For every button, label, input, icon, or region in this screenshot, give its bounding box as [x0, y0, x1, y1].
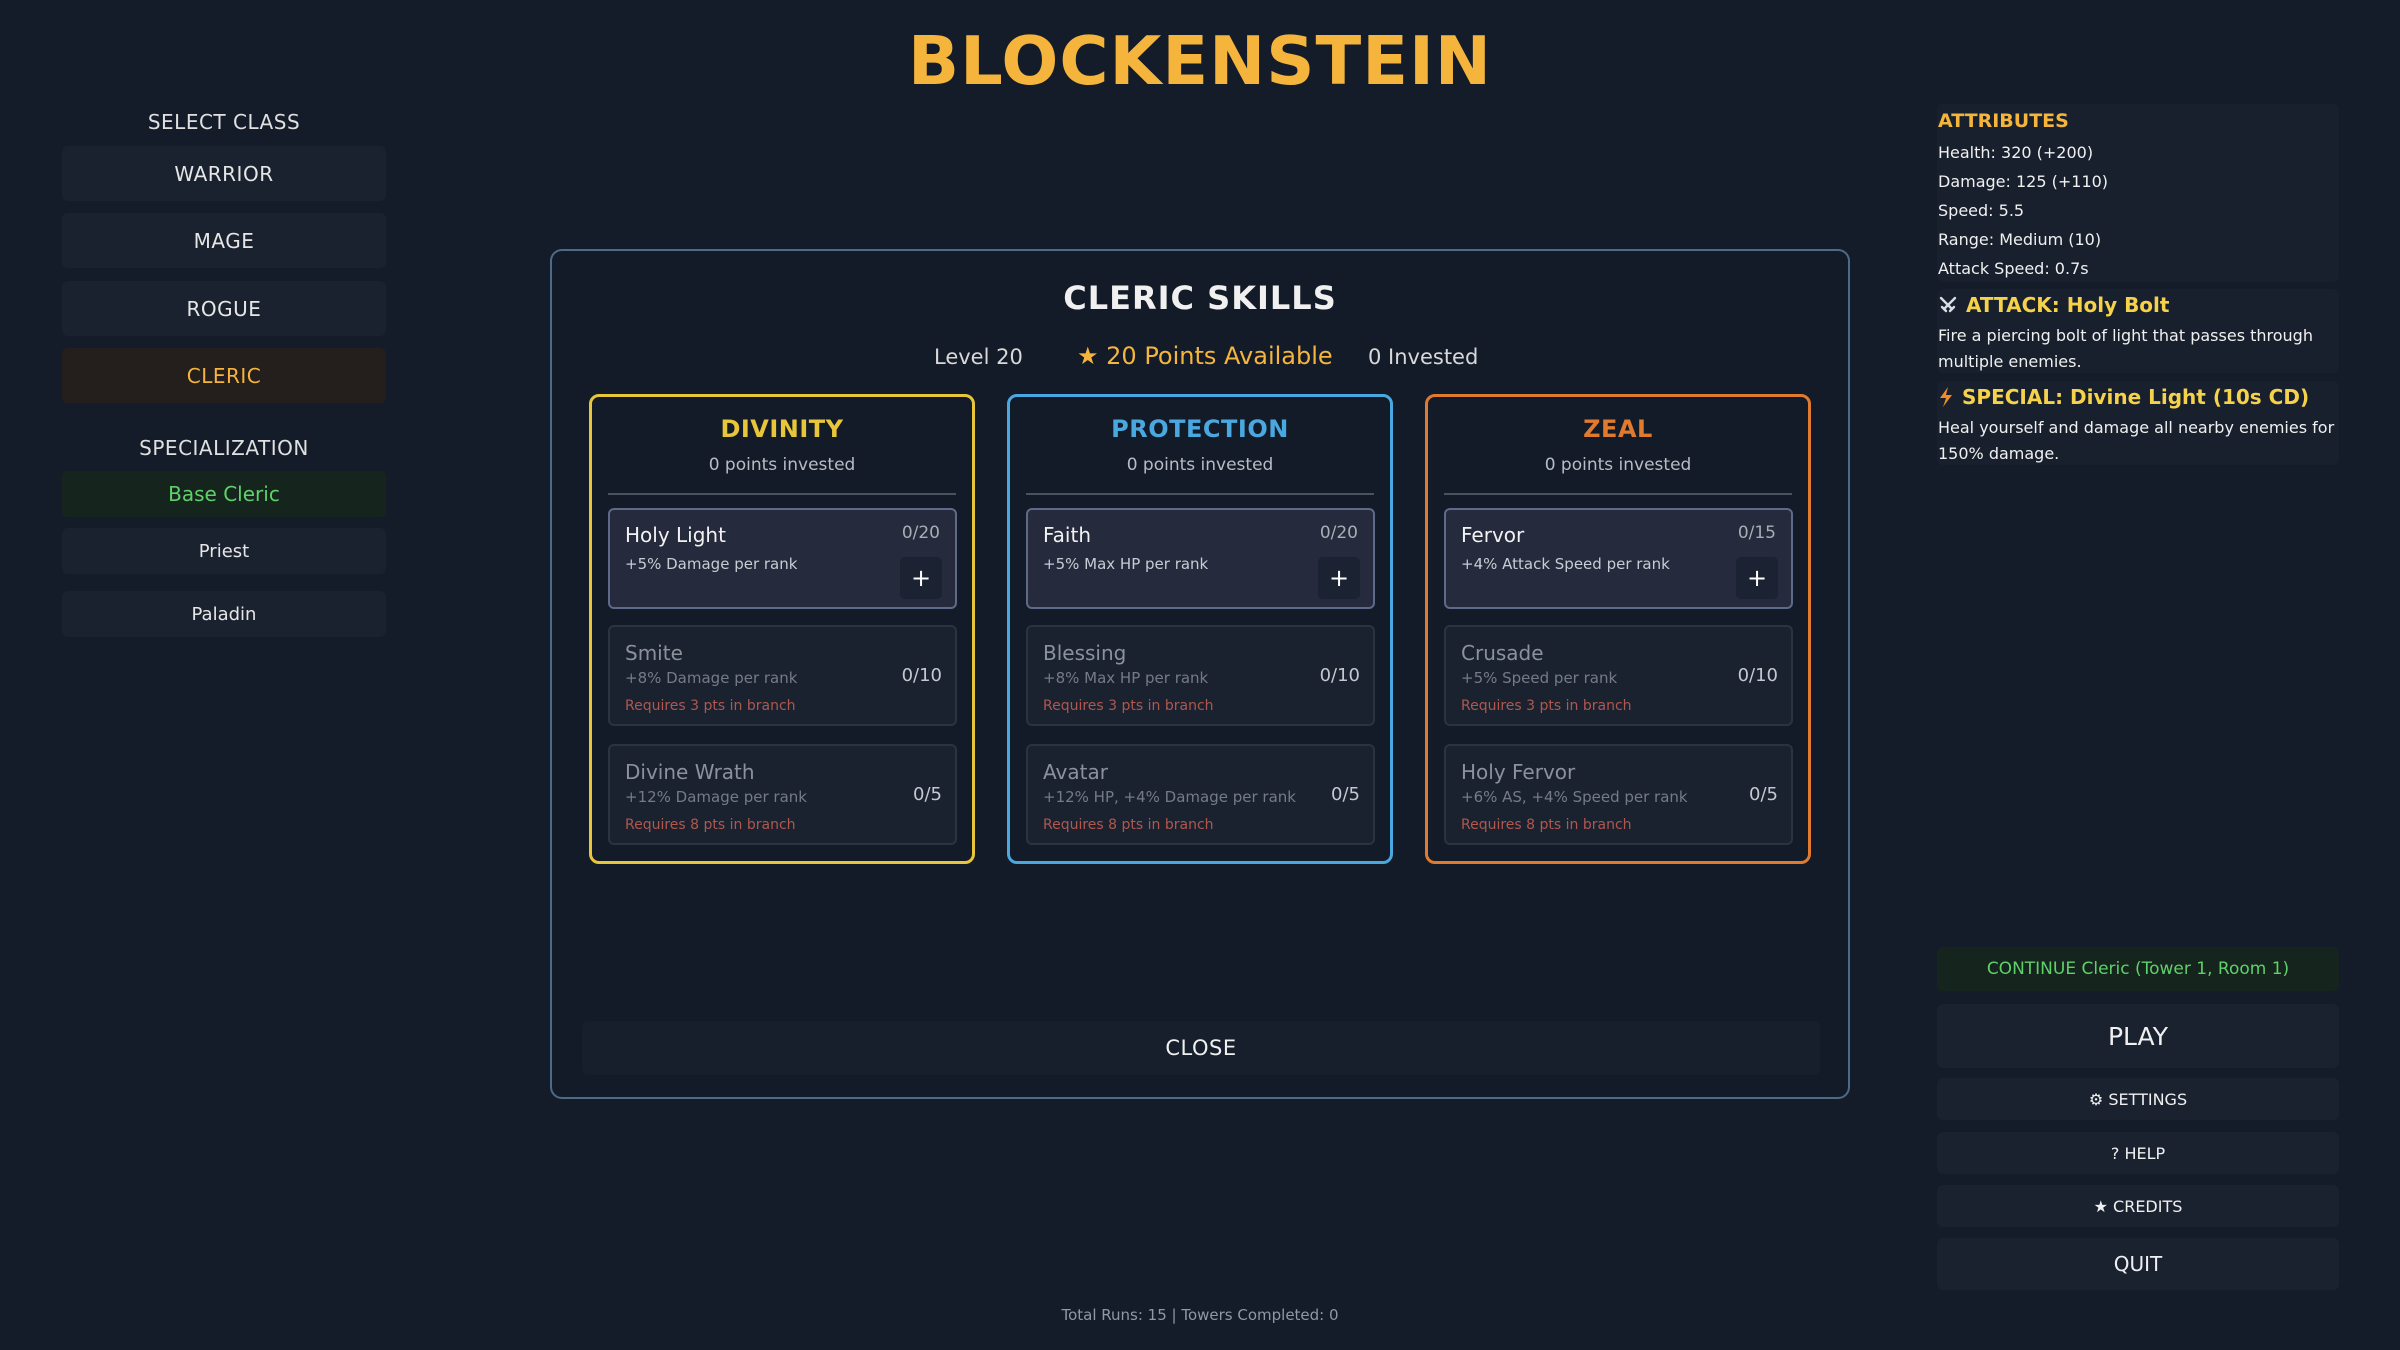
skill-requirement: Requires 8 pts in branch — [625, 817, 796, 833]
branch-points: 0 points invested — [1544, 455, 1692, 475]
branch-title: PROTECTION — [1111, 415, 1289, 443]
skill-name: Divine Wrath — [625, 760, 755, 784]
skill-name: Crusade — [1461, 641, 1544, 665]
spec-button-paladin[interactable]: Paladin — [62, 591, 386, 637]
help-button[interactable]: ? HELP — [1937, 1132, 2339, 1174]
special-title: SPECIAL: Divine Light (10s CD) — [1962, 385, 2310, 409]
skill-description: +6% AS, +4% Speed per rank — [1461, 788, 1688, 806]
branch-title: DIVINITY — [720, 415, 844, 443]
level-label: Level 20 — [934, 345, 1023, 369]
class-button-rogue[interactable]: ROGUE — [62, 281, 386, 336]
skill-requirement: Requires 3 pts in branch — [625, 698, 796, 714]
add-point-button[interactable]: + — [1318, 557, 1360, 599]
add-point-button[interactable]: + — [900, 557, 942, 599]
attributes-title: ATTRIBUTES — [1938, 110, 2069, 132]
skill-card-divine-wrath: Divine Wrath +12% Damage per rank Requir… — [608, 744, 957, 845]
skill-requirement: Requires 8 pts in branch — [1461, 817, 1632, 833]
select-class-heading: SELECT CLASS — [147, 110, 301, 134]
swords-icon — [1939, 296, 1957, 313]
branch-protection: PROTECTION 0 points invested Faith +5% M… — [1007, 394, 1393, 864]
skill-description: +12% Damage per rank — [625, 788, 807, 806]
credits-button[interactable]: ★ CREDITS — [1937, 1185, 2339, 1227]
skill-name: Smite — [625, 641, 683, 665]
special-description: Heal yourself and damage all nearby enem… — [1938, 418, 2335, 463]
skill-description: +4% Attack Speed per rank — [1461, 555, 1670, 573]
skill-description: +5% Speed per rank — [1461, 669, 1618, 687]
skill-card-smite: Smite +8% Damage per rank Requires 3 pts… — [608, 625, 957, 726]
skill-description: +8% Max HP per rank — [1043, 669, 1209, 687]
skill-rank: 0/10 — [1737, 665, 1778, 686]
special-ability-box: SPECIAL: Divine Light (10s CD) Heal your… — [1937, 381, 2339, 465]
modal-title: CLERIC SKILLS — [1063, 279, 1337, 317]
attribute-damage: Damage: 125 (+110) — [1938, 172, 2109, 191]
branch-divider — [1026, 493, 1374, 495]
class-button-mage[interactable]: MAGE — [62, 213, 386, 268]
skill-name: Faith — [1043, 523, 1091, 547]
skill-description: +5% Damage per rank — [625, 555, 798, 573]
attack-description: Fire a piercing bolt of light that passe… — [1938, 326, 2313, 371]
attribute-speed: Speed: 5.5 — [1938, 201, 2025, 220]
game-title: BLOCKENSTEIN — [908, 22, 1492, 100]
footer-stats: Total Runs: 15 | Towers Completed: 0 — [1061, 1306, 1339, 1324]
branch-points: 0 points invested — [708, 455, 856, 475]
spec-button-priest[interactable]: Priest — [62, 528, 386, 574]
skill-name: Avatar — [1043, 760, 1108, 784]
skill-card-holy-light: Holy Light +5% Damage per rank 0/20 + — [608, 508, 957, 609]
skill-rank: 0/10 — [1319, 665, 1360, 686]
attribute-range: Range: Medium (10) — [1938, 230, 2102, 249]
skill-requirement: Requires 3 pts in branch — [1043, 698, 1214, 714]
points-available: ★ 20 Points Available — [1077, 342, 1333, 370]
skill-name: Holy Fervor — [1461, 760, 1576, 784]
attack-ability-box: ATTACK: Holy Bolt Fire a piercing bolt o… — [1937, 289, 2339, 373]
skill-card-blessing: Blessing +8% Max HP per rank Requires 3 … — [1026, 625, 1375, 726]
spec-button-base-cleric[interactable]: Base Cleric — [62, 471, 386, 517]
skill-requirement: Requires 3 pts in branch — [1461, 698, 1632, 714]
invested-label: 0 Invested — [1368, 345, 1479, 369]
quit-button[interactable]: QUIT — [1937, 1238, 2339, 1290]
add-point-button[interactable]: + — [1736, 557, 1778, 599]
attack-title: ATTACK: Holy Bolt — [1966, 293, 2170, 317]
play-button[interactable]: PLAY — [1937, 1004, 2339, 1068]
attribute-attack-speed: Attack Speed: 0.7s — [1938, 259, 2089, 278]
branch-zeal: ZEAL 0 points invested Fervor +4% Attack… — [1425, 394, 1811, 864]
skill-card-faith: Faith +5% Max HP per rank 0/20 + — [1026, 508, 1375, 609]
skill-name: Fervor — [1461, 523, 1525, 547]
skill-rank: 0/15 — [1737, 523, 1776, 543]
branch-divider — [608, 493, 956, 495]
skill-rank: 0/20 — [901, 523, 940, 543]
continue-button[interactable]: CONTINUE Cleric (Tower 1, Room 1) — [1937, 947, 2339, 991]
lightning-icon — [1940, 387, 1952, 407]
skill-description: +8% Damage per rank — [625, 669, 798, 687]
settings-button[interactable]: ⚙ SETTINGS — [1937, 1078, 2339, 1120]
branch-divinity: DIVINITY 0 points invested Holy Light +5… — [589, 394, 975, 864]
skill-card-fervor: Fervor +4% Attack Speed per rank 0/15 + — [1444, 508, 1793, 609]
skill-requirement: Requires 8 pts in branch — [1043, 817, 1214, 833]
branch-divider — [1444, 493, 1792, 495]
skill-rank: 0/20 — [1319, 523, 1358, 543]
class-button-warrior[interactable]: WARRIOR — [62, 146, 386, 201]
skill-card-crusade: Crusade +5% Speed per rank Requires 3 pt… — [1444, 625, 1793, 726]
skill-card-avatar: Avatar +12% HP, +4% Damage per rank Requ… — [1026, 744, 1375, 845]
attribute-health: Health: 320 (+200) — [1938, 143, 2094, 162]
skill-card-holy-fervor: Holy Fervor +6% AS, +4% Speed per rank R… — [1444, 744, 1793, 845]
skill-description: +5% Max HP per rank — [1043, 555, 1209, 573]
close-button[interactable]: CLOSE — [582, 1021, 1820, 1075]
skills-modal: CLERIC SKILLS Level 20 ★ 20 Points Avail… — [550, 249, 1850, 1099]
class-button-cleric[interactable]: CLERIC — [62, 348, 386, 403]
attributes-panel: ATTRIBUTES Health: 320 (+200) Damage: 12… — [1937, 104, 2339, 282]
branch-points: 0 points invested — [1126, 455, 1274, 475]
skill-rank: 0/5 — [913, 784, 942, 805]
skill-rank: 0/10 — [901, 665, 942, 686]
skill-name: Holy Light — [625, 523, 726, 547]
specialization-heading: SPECIALIZATION — [139, 436, 309, 460]
branch-title: ZEAL — [1583, 415, 1653, 443]
skill-name: Blessing — [1043, 641, 1127, 665]
skill-description: +12% HP, +4% Damage per rank — [1043, 788, 1296, 806]
skill-rank: 0/5 — [1749, 784, 1778, 805]
skill-rank: 0/5 — [1331, 784, 1360, 805]
